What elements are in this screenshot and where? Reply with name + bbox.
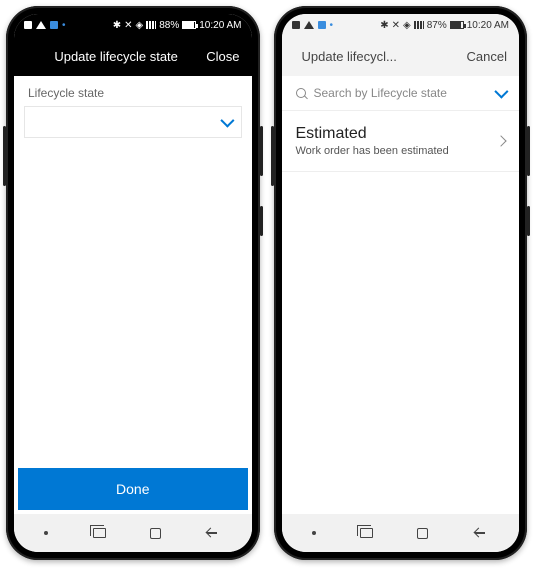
battery-icon	[450, 21, 464, 29]
clock: 10:20 AM	[199, 20, 241, 31]
content-area: Lifecycle state Done	[14, 76, 252, 514]
signal-icon	[414, 21, 424, 29]
battery-icon	[182, 21, 196, 29]
nav-recent-icon[interactable]	[93, 528, 106, 538]
nav-dot	[44, 531, 48, 535]
nav-recent-icon[interactable]	[360, 528, 373, 538]
signal-icon	[146, 21, 156, 29]
option-subtitle: Work order has been estimated	[296, 145, 449, 157]
search-placeholder: Search by Lifecycle state	[314, 86, 488, 100]
field-label: Lifecycle state	[14, 76, 252, 106]
screen-right: • ✱ ✕ ◈ 87% 10:20 AM Update lifecycl... …	[282, 14, 520, 552]
wifi-icon: ◈	[403, 20, 411, 31]
screen-left: • ✱ ✕ ◈ 88% 10:20 AM Update lifecycle st…	[14, 14, 252, 552]
wifi-icon: ◈	[136, 20, 144, 31]
done-button-label: Done	[116, 481, 149, 497]
close-button[interactable]: Close	[206, 49, 239, 64]
chevron-down-icon	[494, 85, 508, 99]
notification-app-icon	[50, 21, 58, 29]
notification-play-icon	[304, 21, 314, 29]
nav-back-icon[interactable]	[473, 527, 489, 539]
android-nav-bar	[14, 514, 252, 552]
lifecycle-state-dropdown[interactable]	[24, 106, 242, 138]
status-bar: • ✱ ✕ ◈ 87% 10:20 AM	[282, 14, 520, 36]
vibrate-icon: ✕	[392, 20, 400, 31]
battery-percent: 87%	[427, 20, 447, 31]
page-title: Update lifecycl...	[294, 49, 467, 64]
notification-image-icon	[292, 21, 300, 29]
chevron-down-icon	[220, 114, 234, 128]
cancel-button[interactable]: Cancel	[467, 49, 507, 64]
chevron-right-icon	[495, 135, 506, 146]
app-header: Update lifecycle state Close	[14, 36, 252, 76]
app-header: Update lifecycl... Cancel	[282, 36, 520, 76]
status-bar: • ✱ ✕ ◈ 88% 10:20 AM	[14, 14, 252, 36]
notification-dot-icon: •	[330, 20, 334, 31]
lifecycle-state-option[interactable]: Estimated Work order has been estimated	[282, 111, 520, 172]
search-input[interactable]: Search by Lifecycle state	[282, 76, 520, 111]
phone-left: • ✱ ✕ ◈ 88% 10:20 AM Update lifecycle st…	[6, 6, 260, 560]
notification-image-icon	[24, 21, 32, 29]
notification-play-icon	[36, 21, 46, 29]
nav-home-icon[interactable]	[417, 528, 428, 539]
android-nav-bar	[282, 514, 520, 552]
nav-dot	[312, 531, 316, 535]
bluetooth-icon: ✱	[380, 20, 388, 31]
phone-right: • ✱ ✕ ◈ 87% 10:20 AM Update lifecycl... …	[274, 6, 528, 560]
vibrate-icon: ✕	[124, 20, 132, 31]
search-icon	[296, 88, 306, 98]
done-button[interactable]: Done	[18, 468, 248, 510]
option-title: Estimated	[296, 125, 449, 143]
notification-app-icon	[318, 21, 326, 29]
content-area: Search by Lifecycle state Estimated Work…	[282, 76, 520, 514]
clock: 10:20 AM	[467, 20, 509, 31]
notification-dot-icon: •	[62, 20, 66, 31]
battery-percent: 88%	[159, 20, 179, 31]
page-title: Update lifecycle state	[26, 49, 206, 64]
nav-home-icon[interactable]	[150, 528, 161, 539]
bluetooth-icon: ✱	[113, 20, 121, 31]
nav-back-icon[interactable]	[205, 527, 221, 539]
